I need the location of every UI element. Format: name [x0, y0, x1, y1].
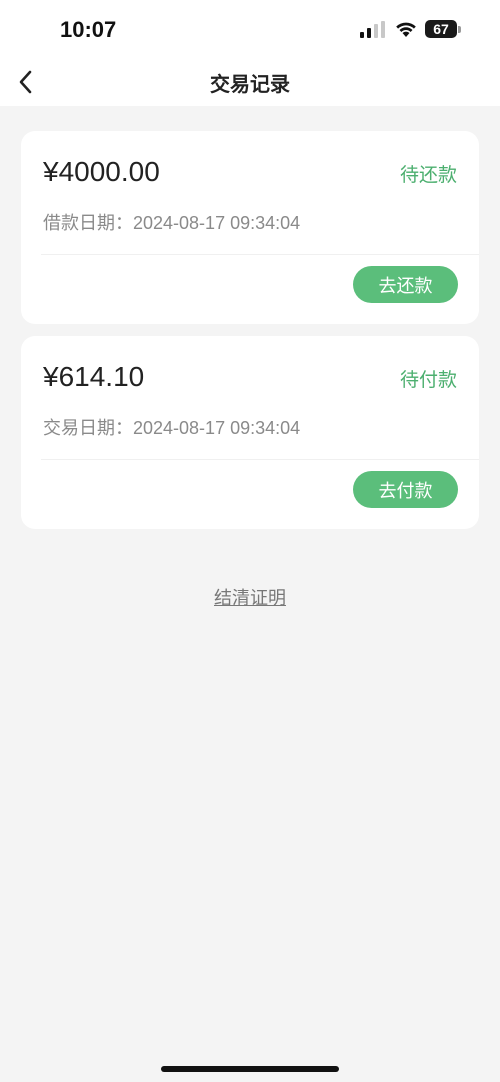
record-date: 借款日期：2024-08-17 09:34:04: [43, 209, 300, 235]
wifi-icon: [396, 22, 416, 37]
status-time: 10:07: [60, 17, 117, 42]
cellular-signal-icon: [360, 21, 385, 38]
card-divider: [41, 254, 479, 255]
record-amount: ¥614.10: [43, 361, 145, 392]
home-indicator: [161, 1066, 339, 1072]
nav-bar: 交易记录: [0, 58, 500, 106]
record-status: 待付款: [399, 370, 457, 391]
battery-tip: [458, 26, 461, 33]
record-date-label: 交易日期：: [43, 418, 133, 438]
status-bar: 10:07 67: [0, 0, 500, 58]
record-date-label: 借款日期：: [43, 213, 133, 233]
record-status: 待还款: [399, 165, 457, 186]
record-amount: ¥4000.00: [43, 156, 160, 187]
record-date: 交易日期：2024-08-17 09:34:04: [43, 414, 300, 440]
record-date-value: 2024-08-17 09:34:04: [133, 418, 301, 438]
record-card: ¥614.10 待付款 交易日期：2024-08-17 09:34:04 去付款: [21, 336, 479, 529]
record-card: ¥4000.00 待还款 借款日期：2024-08-17 09:34:04 去还…: [21, 131, 479, 324]
settlement-certificate-link[interactable]: 结清证明: [0, 584, 500, 610]
card-divider: [41, 459, 479, 460]
page-title: 交易记录: [210, 74, 290, 96]
battery-level: 67: [433, 21, 449, 37]
battery-icon: 67: [425, 20, 457, 38]
record-date-value: 2024-08-17 09:34:04: [133, 213, 301, 233]
pay-button[interactable]: 去付款: [353, 471, 458, 508]
repay-button[interactable]: 去还款: [353, 266, 458, 303]
